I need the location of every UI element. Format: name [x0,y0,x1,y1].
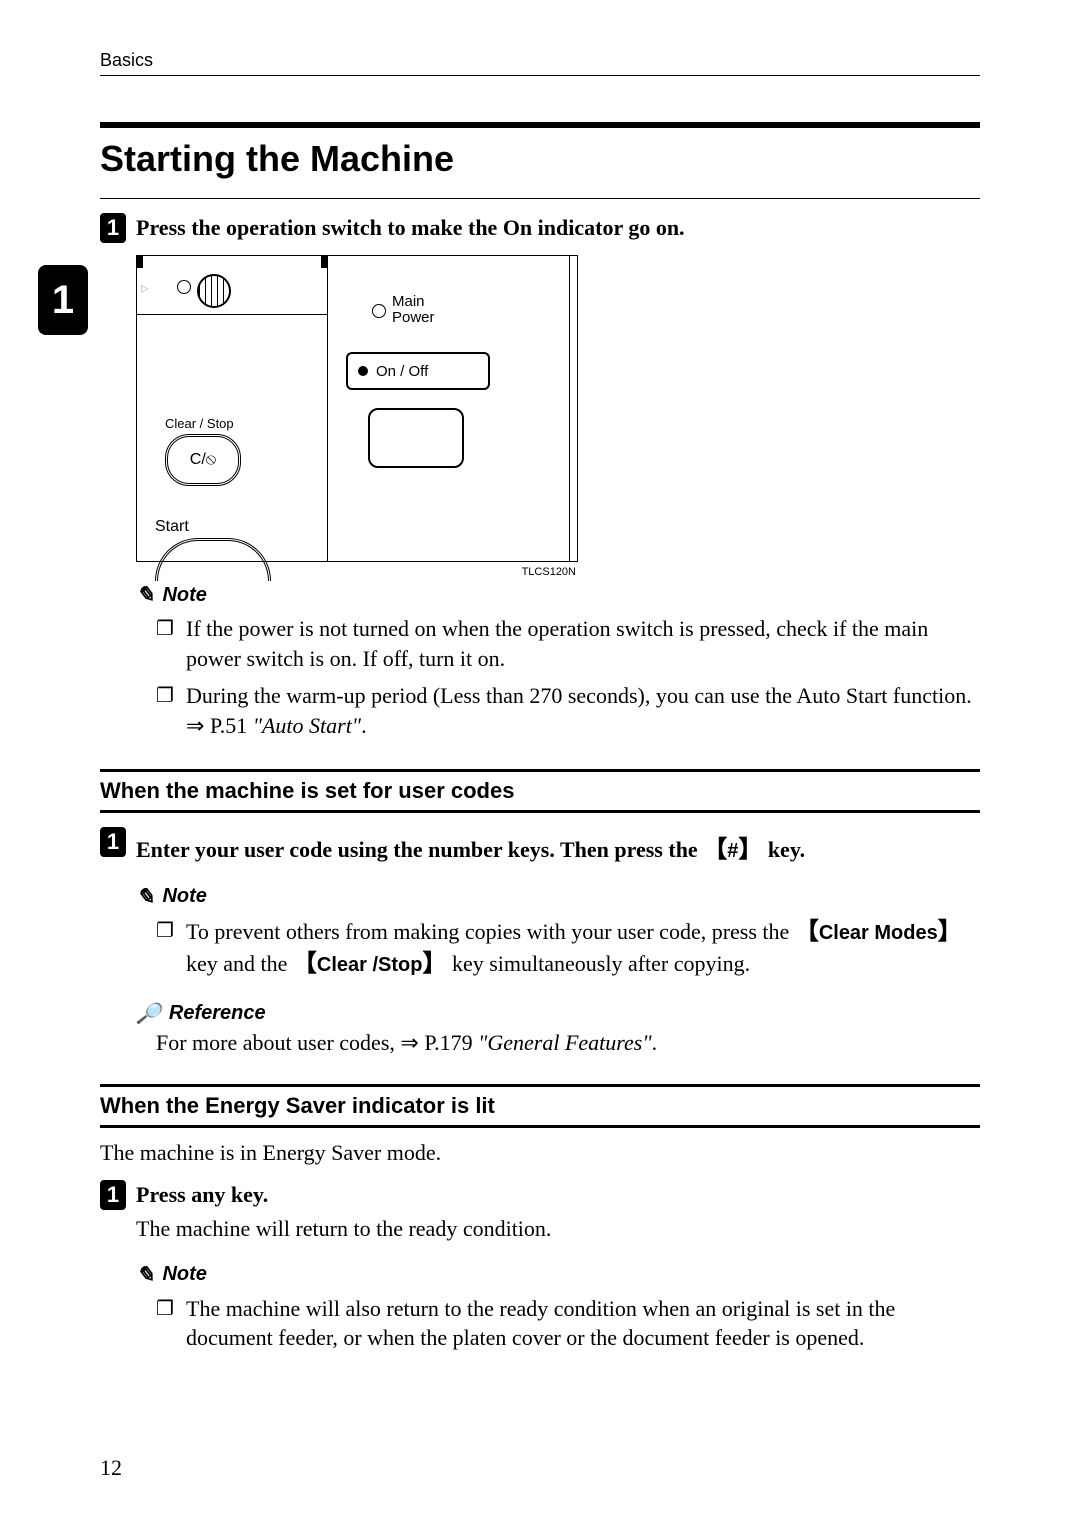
note-heading: ✎ Note [136,884,980,910]
rule [100,810,980,813]
title-bottom-rule [100,198,980,199]
step-number-badge: 1 [100,827,126,857]
ref-ital: "General Features" [478,1030,651,1055]
note2-post: key simultaneously after copying. [446,951,750,976]
ref-post: . [652,1030,658,1055]
indicator-led-icon [177,280,191,294]
main-power-led-icon [372,304,386,318]
step-usercode: 1 Enter your user code using the number … [100,827,980,864]
step-usercode-text: Enter your user code using the number ke… [136,827,805,864]
note-1b-pre: During the warm-up period (Less than 270… [186,683,972,708]
subsection-user-codes: When the machine is set for user codes [100,772,980,810]
note-label: Note [162,885,206,908]
note-list-1: If the power is not turned on when the o… [100,614,980,741]
arrow-icon: ⇒ [186,713,204,738]
step-energy-text: Press any key. [136,1180,268,1208]
arrow-icon: ⇒ [400,1030,418,1055]
step2-pre: Enter your user code using the number ke… [136,837,703,862]
on-off-dot-icon [358,366,368,376]
stop-symbol-icon: ⦸ [206,451,216,469]
step-number-badge: 1 [100,1180,126,1210]
subsection-energy-saver: When the Energy Saver indicator is lit [100,1087,980,1125]
note-1b: During the warm-up period (Less than 270… [156,681,980,740]
ref-pre: For more about user codes, [156,1030,400,1055]
note2-pre: To prevent others from making copies wit… [186,919,795,944]
reference-text: For more about user codes, ⇒ P.179 "Gene… [156,1030,980,1056]
clear-stop-label: Clear / Stop [165,416,234,431]
on-off-label: On / Off [376,363,428,380]
page-title: Starting the Machine [100,138,980,180]
note-1b-ref: P.51 [204,713,252,738]
control-panel-figure: ▹ Clear / Stop C/⦸ Start Main Power On /… [136,255,576,562]
chevron-left-icon: ▹ [141,278,149,298]
pencil-icon: ✎ [136,884,154,910]
start-label: Start [155,518,189,536]
on-off-switch: On / Off [346,352,490,390]
chapter-tab: 1 [38,265,88,335]
start-button-outline [155,538,271,581]
clear-stop-button: C/⦸ [165,434,241,486]
clear-stop-button-text: C/ [190,451,206,469]
running-head: Basics [100,50,980,76]
hash-key-label: # [727,840,738,862]
note-list-3: The machine will also return to the read… [100,1294,980,1353]
step-number-badge: 1 [100,213,126,243]
note-1a: If the power is not turned on when the o… [156,614,980,673]
note-1b-post: . [361,713,367,738]
clear-stop-key-label: Clear /Stop [317,954,423,976]
note-label: Note [162,1263,206,1286]
note-heading: ✎ Note [136,1262,980,1288]
pencil-icon: ✎ [136,582,154,608]
reference-label: Reference [169,1002,266,1025]
step-energy: 1 Press any key. [100,1180,980,1210]
step-1: 1 Press the operation switch to make the… [100,213,980,243]
figure-code: TLCS120N [522,566,576,578]
clear-modes-key-label: Clear Modes [819,922,938,944]
note-2a: To prevent others from making copies wit… [156,916,980,981]
note-list-2: To prevent others from making copies wit… [100,916,980,981]
step2-post: key. [762,837,805,862]
step-1-text: Press the operation switch to make the O… [136,213,685,241]
note-label: Note [162,584,206,607]
ref-page: P.179 [419,1030,478,1055]
note-1b-ital: "Auto Start" [253,713,361,738]
magnifier-icon: 🔎 [136,1001,161,1026]
rule [100,1125,980,1128]
reference-heading: 🔎 Reference [136,1001,980,1026]
page-number: 12 [100,1455,122,1481]
note-3a: The machine will also return to the read… [156,1294,980,1353]
note-heading: ✎ Note [136,582,980,608]
pencil-icon: ✎ [136,1262,154,1288]
energy-body: The machine will return to the ready con… [136,1216,980,1242]
globe-icon [197,274,231,308]
operation-switch-outline [368,408,464,468]
title-top-rule [100,122,980,128]
note2-mid: key and the [186,951,293,976]
energy-intro: The machine is in Energy Saver mode. [100,1140,980,1166]
main-power-label: Main Power [392,294,435,326]
